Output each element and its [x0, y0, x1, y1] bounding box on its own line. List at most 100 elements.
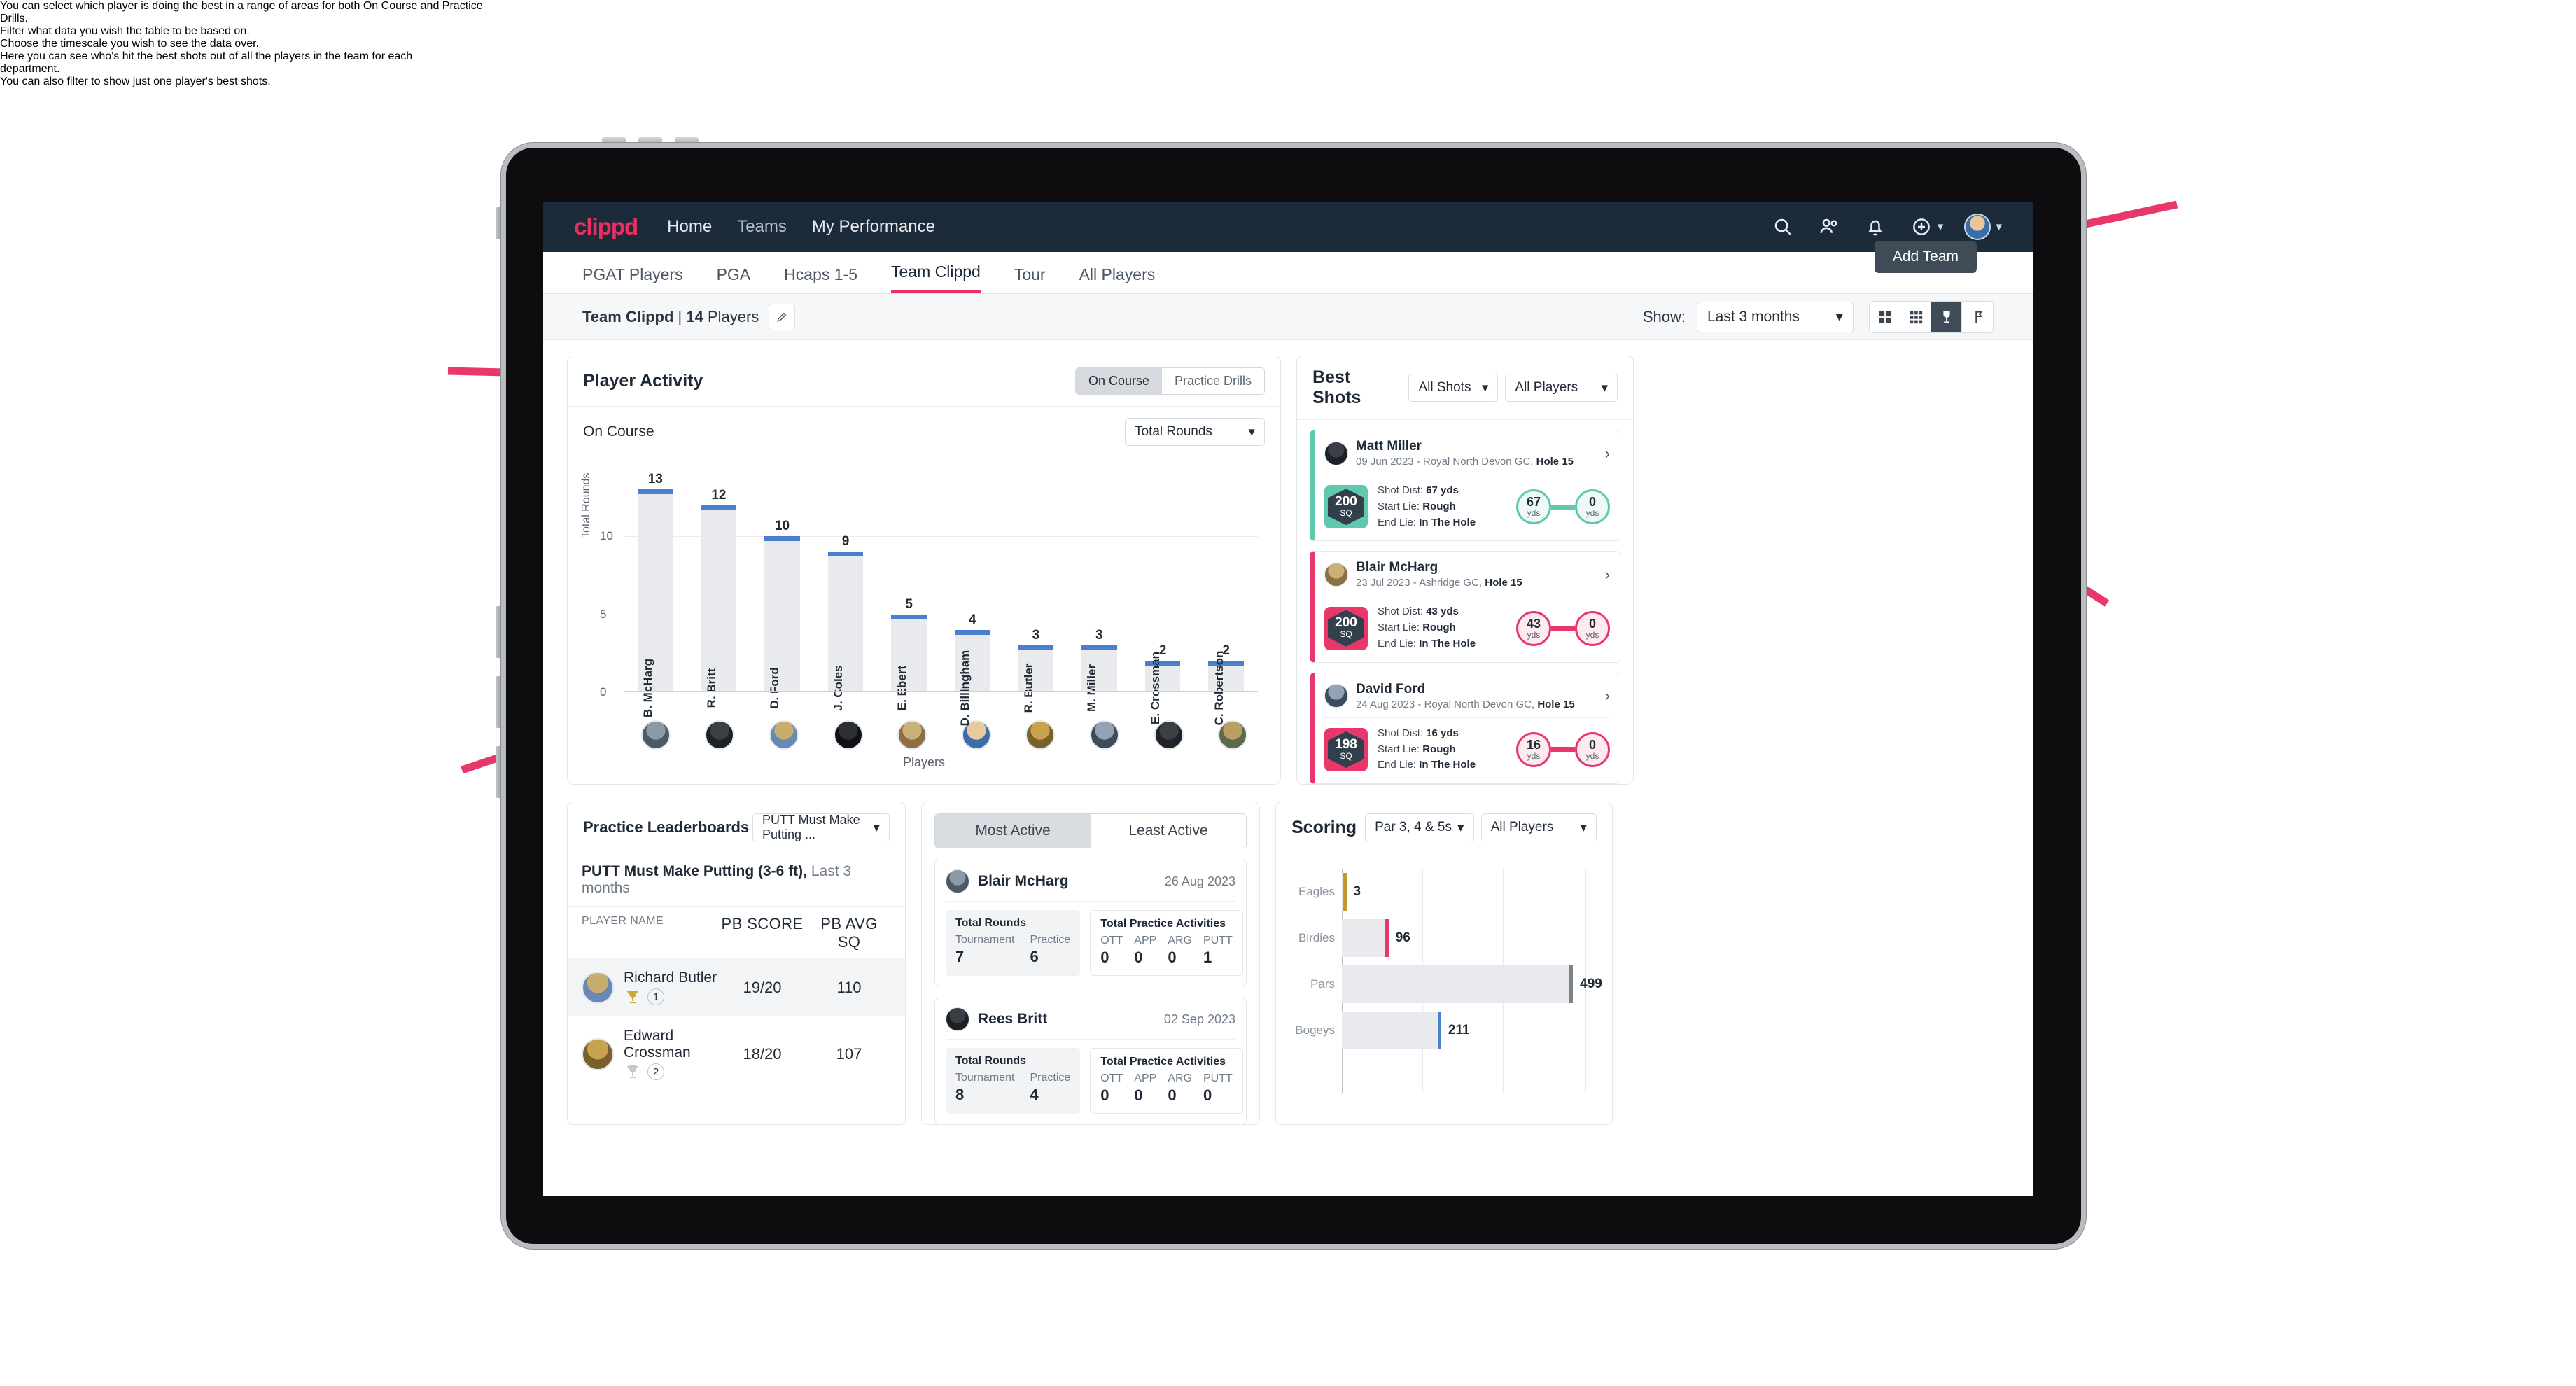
segment-on-course[interactable]: On Course [1075, 368, 1162, 394]
practice-activities-columns: OTT 0 APP 0 ARG 0 PUTT 1 [1100, 934, 1232, 967]
tab-tour[interactable]: Tour [1014, 265, 1046, 293]
chart-bar-slot[interactable]: 2 E. Crossman [1131, 474, 1195, 724]
tab-most-active[interactable]: Most Active [935, 814, 1091, 848]
chart-y-tick: 5 [600, 607, 607, 621]
chart-bar[interactable]: 12 [701, 488, 737, 692]
chart-bar-slot[interactable]: 3 R. Butler [1004, 474, 1068, 713]
avatar[interactable] [1026, 720, 1056, 750]
best-shots-player-select[interactable]: All Players ▾ [1505, 374, 1618, 402]
scoring-row[interactable]: Eagles 3 [1290, 869, 1598, 915]
activity-player-name: Rees Britt [978, 1011, 1048, 1028]
chevron-right-icon[interactable]: › [1605, 687, 1610, 705]
search-icon[interactable] [1772, 216, 1794, 238]
arg-value: 0 [1168, 1086, 1177, 1105]
scoring-bar: 3 [1342, 873, 1361, 911]
total-rounds-title: Total Rounds [955, 1055, 1027, 1068]
chart-avatar-slot [944, 720, 1009, 750]
practice-value: 6 [1030, 948, 1039, 966]
shot-end-unit: yds [1586, 750, 1600, 761]
divider [946, 901, 1236, 902]
tab-all-players[interactable]: All Players [1079, 265, 1156, 293]
best-shot-card[interactable]: Blair McHarg 23 Jul 2023 - Ashridge GC, … [1310, 551, 1620, 663]
avatar[interactable] [897, 720, 927, 750]
scoring-value: 96 [1395, 930, 1410, 946]
shot-quality-unit: SQ [1340, 507, 1352, 518]
arg-label: ARG [1168, 934, 1192, 947]
table-row[interactable]: Edward Crossman 2 18/20 107 [568, 1016, 905, 1091]
putt-label: PUTT [1203, 934, 1233, 947]
flag-icon[interactable] [1962, 302, 1993, 332]
total-rounds-columns: Tournament 7 Practice 6 [955, 934, 1070, 966]
best-shot-card[interactable]: Matt Miller 09 Jun 2023 - Royal North De… [1310, 430, 1620, 542]
start-lie-line: Start Lie: Rough [1378, 500, 1456, 512]
hexagon-icon: 200 SQ [1328, 610, 1364, 647]
scoring-category-label: Pars [1310, 977, 1335, 991]
chart-bar-slot[interactable]: 9 J. Coles [814, 474, 878, 711]
drill-select[interactable]: PUTT Must Make Putting ... ▾ [752, 813, 890, 842]
tab-least-active[interactable]: Least Active [1091, 814, 1246, 848]
putt-stat: PUTT 0 [1203, 1072, 1233, 1105]
avatar[interactable] [833, 720, 863, 750]
chevron-down-icon: ▾ [1835, 309, 1843, 325]
shot-quality-unit: SQ [1340, 629, 1352, 640]
practice-activities-columns: OTT 0 APP 0 ARG 0 PUTT 0 [1100, 1072, 1232, 1105]
timescale-select[interactable]: Last 3 months ▾ [1697, 301, 1854, 332]
avatar[interactable] [705, 720, 735, 750]
tab-hcaps-1-5[interactable]: Hcaps 1-5 [784, 265, 858, 293]
segment-practice-drills[interactable]: Practice Drills [1161, 368, 1264, 394]
scoring-player-select[interactable]: All Players ▾ [1480, 813, 1597, 842]
activity-player-card[interactable]: Rees Britt 02 Sep 2023 Total Rounds Tour… [934, 997, 1247, 1125]
avatar-caret-icon[interactable]: ▾ [1996, 220, 2002, 234]
trophy-icon[interactable] [1931, 301, 1962, 332]
nav-link-teams[interactable]: Teams [737, 217, 787, 237]
avatar[interactable] [769, 720, 799, 750]
scoring-row[interactable]: Pars 499 [1290, 961, 1602, 1007]
metric-select[interactable]: Total Rounds ▾ [1125, 418, 1265, 446]
chart-bar-slot[interactable]: 12 R. Britt [687, 474, 751, 708]
table-row[interactable]: Richard Butler 1 19/20 110 [568, 958, 905, 1017]
people-icon[interactable] [1818, 216, 1840, 238]
chart-bar-label: E. Crossman [1149, 652, 1163, 724]
chart-bar-slot[interactable]: 2 C. Robertson [1194, 474, 1258, 725]
avatar[interactable] [1964, 214, 1991, 240]
add-team-button[interactable]: Add Team [1874, 241, 1977, 273]
app-value: 0 [1134, 948, 1143, 967]
activity-player-card[interactable]: Blair McHarg 26 Aug 2023 Total Rounds To… [934, 860, 1247, 987]
chart-bar-slot[interactable]: 13 B. McHarg [624, 472, 687, 718]
avatar [1324, 441, 1348, 465]
grid-small-icon[interactable] [1900, 301, 1931, 332]
scoring-bar: 499 [1342, 965, 1602, 1004]
scoring-row[interactable]: Bogeys 211 [1290, 1007, 1598, 1054]
tab-pgat-players[interactable]: PGAT Players [582, 265, 683, 293]
plus-circle-icon[interactable] [1910, 216, 1933, 238]
top-navbar: clippd Home Teams My Performance ▾ ▾ [543, 202, 2033, 252]
pencil-icon[interactable] [769, 303, 796, 330]
chart-bar-slot[interactable]: 4 D. Billingham [941, 474, 1004, 726]
nav-link-my-performance[interactable]: My Performance [812, 217, 935, 237]
grid-large-icon[interactable] [1870, 301, 1900, 332]
sub-toolbar: Team Clippd | 14 Players Show: Last 3 mo… [543, 294, 2033, 340]
app-screen: clippd Home Teams My Performance ▾ ▾ PGA… [543, 202, 2033, 1196]
chart-avatar-slot [1137, 720, 1201, 750]
best-shot-card[interactable]: David Ford 24 Aug 2023 - Royal North Dev… [1310, 672, 1620, 785]
avatar[interactable] [640, 720, 671, 750]
shot-start-distance: 43 yds [1516, 610, 1551, 646]
scoring-row[interactable]: Birdies 96 [1290, 915, 1598, 961]
shot-type-select[interactable]: All Shots ▾ [1408, 374, 1499, 402]
chart-bar-slot[interactable]: 3 M. Miller [1068, 474, 1131, 712]
chart-bar-slot[interactable]: 5 E. Ebert [877, 474, 941, 710]
avatar[interactable] [1154, 720, 1184, 750]
chart-bars: 13 B. McHarg 12 R. Britt 10 D. Ford 9 J. Coles 5… [624, 472, 1258, 726]
avatar[interactable] [1089, 720, 1119, 750]
shot-distance-connector [1551, 747, 1575, 752]
tab-pga[interactable]: PGA [717, 265, 751, 293]
par-select[interactable]: Par 3, 4 & 5s ▾ [1365, 813, 1474, 842]
clippd-logo[interactable]: clippd [574, 214, 638, 240]
tab-team-clippd[interactable]: Team Clippd [891, 262, 981, 293]
plus-caret-icon[interactable]: ▾ [1938, 220, 1944, 234]
bell-icon[interactable] [1864, 216, 1886, 238]
chevron-right-icon[interactable]: › [1605, 444, 1610, 463]
nav-link-home[interactable]: Home [667, 217, 712, 237]
chevron-right-icon[interactable]: › [1605, 566, 1610, 584]
chart-bar-slot[interactable]: 10 D. Ford [750, 474, 814, 709]
